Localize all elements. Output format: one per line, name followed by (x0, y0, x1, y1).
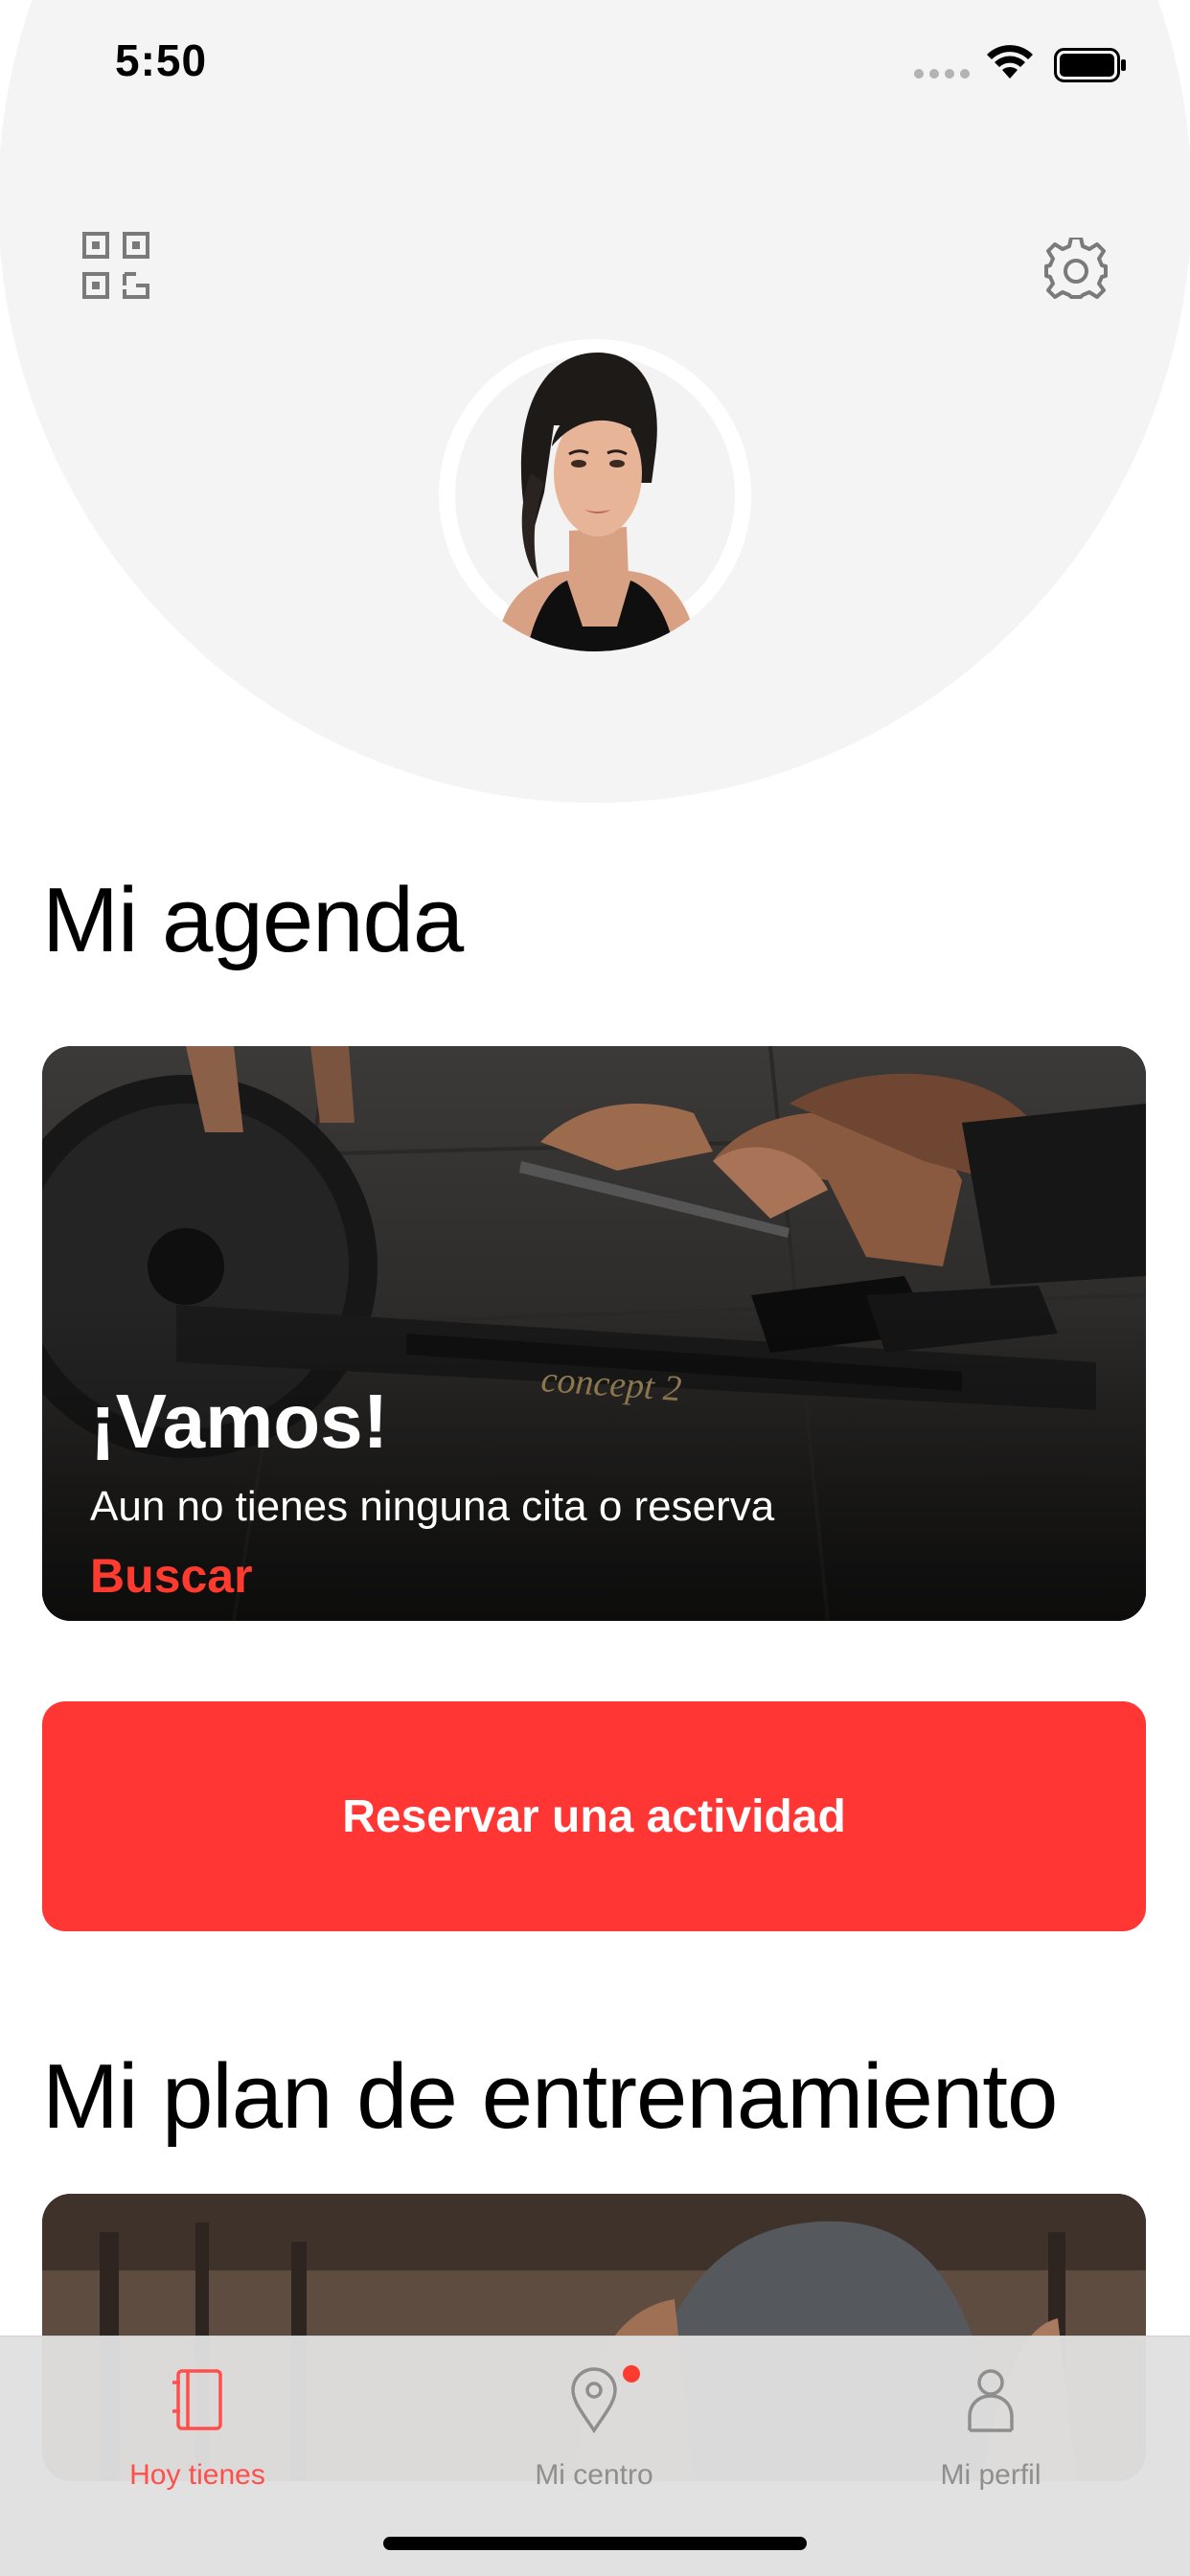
tab-mi-centro[interactable]: Mi centro (450, 2356, 738, 2528)
rowing-machine-photo: concept 2 (42, 1046, 1146, 1621)
agenda-card-subtext: Aun no tienes ninguna cita o reserva (90, 1483, 775, 1530)
training-plan-section-title: Mi plan de entrenamiento (42, 2045, 1058, 2148)
reserve-activity-button[interactable]: Reservar una actividad (42, 1701, 1146, 1931)
tab-mi-perfil[interactable]: Mi perfil (847, 2356, 1134, 2528)
qr-code-icon[interactable] (82, 232, 149, 301)
notebook-icon (172, 2369, 222, 2430)
tab-mi-centro-label: Mi centro (535, 2459, 653, 2491)
wifi-icon (987, 45, 1033, 79)
cellular-signal-icon (914, 69, 970, 79)
location-pin-icon (571, 2367, 617, 2434)
status-time: 5:50 (115, 35, 208, 85)
settings-gear-icon[interactable] (1042, 238, 1110, 305)
search-link[interactable]: Buscar (90, 1548, 253, 1604)
notification-dot (623, 2365, 640, 2382)
agenda-card-heading: ¡Vamos! (90, 1379, 389, 1464)
agenda-empty-card[interactable]: concept 2 ¡Vamos! Aun no tienes ninguna … (42, 1046, 1146, 1621)
agenda-section-title: Mi agenda (42, 869, 464, 971)
person-icon (968, 2369, 1014, 2432)
user-avatar[interactable] (439, 339, 751, 651)
tab-mi-perfil-label: Mi perfil (940, 2459, 1041, 2491)
tab-hoy-tienes-label: Hoy tienes (129, 2459, 265, 2491)
battery-icon (1054, 48, 1126, 82)
tab-hoy-tienes[interactable]: Hoy tienes (54, 2356, 341, 2528)
home-indicator[interactable] (383, 2537, 807, 2550)
